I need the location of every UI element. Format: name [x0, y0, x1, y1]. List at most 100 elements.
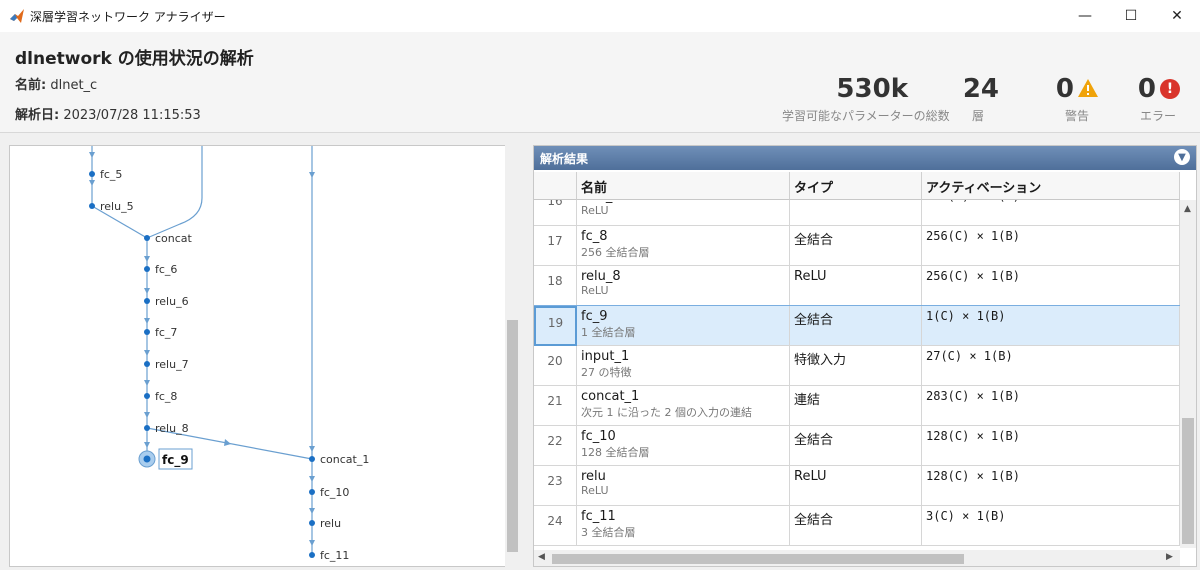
row-name-cell: fc_10 128 全結合層	[577, 426, 790, 466]
node-label-fc5: fc_5	[100, 168, 122, 181]
network-graph[interactable]: fc_5 relu_5 concat fc_6 relu_6 fc_7 relu…	[10, 146, 505, 566]
table-row-partial[interactable]: 16 relu_7 ReLU ReLU 256(C) × 1(B)	[534, 200, 1180, 226]
date-label: 解析日:	[15, 108, 60, 123]
node-label-relu6: relu_6	[155, 295, 189, 308]
params-count: 530k	[836, 74, 908, 104]
layer-description: 次元 1 に沿った 2 個の入力の連結	[581, 406, 752, 419]
row-name-cell: relu_7 ReLU	[577, 200, 790, 226]
layer-activation: 128(C) × 1(B)	[922, 426, 1180, 466]
row-number: 17	[534, 226, 577, 266]
graph-node[interactable]	[309, 552, 315, 558]
table-row[interactable]: 18 relu_8 ReLU ReLU 256(C) × 1(B)	[534, 266, 1180, 306]
params-label: 学習可能なパラメーターの総数	[782, 109, 950, 123]
graph-node[interactable]	[144, 298, 150, 304]
name-value: dlnet_c	[50, 78, 98, 93]
scroll-left-arrow-icon[interactable]: ◀	[538, 552, 545, 562]
node-label-fc11: fc_11	[320, 549, 349, 562]
date-value: 2023/07/28 11:15:53	[63, 108, 201, 123]
row-name-cell: fc_11 3 全結合層	[577, 506, 790, 546]
network-name: 名前: dlnet_c	[15, 74, 97, 93]
node-label-concat: concat	[155, 232, 193, 245]
row-name-cell: fc_9 1 全結合層	[577, 306, 790, 346]
window-title: 深層学習ネットワーク アナライザー	[30, 10, 226, 24]
page-title: dlnetwork の使用状況の解析	[15, 49, 254, 69]
node-label-concat1: concat_1	[320, 453, 369, 466]
table-row-selected[interactable]: 19 fc_9 1 全結合層 全結合 1(C) × 1(B)	[534, 305, 1181, 347]
layer-type: ReLU	[790, 266, 922, 306]
layer-name: concat_1	[581, 389, 640, 404]
node-label-relu8: relu_8	[155, 422, 189, 435]
results-horizontal-scrollbar-thumb[interactable]	[552, 554, 964, 564]
layer-activation: 1(C) × 1(B)	[922, 306, 1180, 346]
layer-type: 全結合	[790, 306, 922, 346]
layer-name: relu_8	[581, 269, 621, 284]
row-number: 21	[534, 386, 577, 426]
node-label-relu7: relu_7	[155, 358, 189, 371]
row-name-cell: fc_8 256 全結合層	[577, 226, 790, 266]
table-row[interactable]: 17 fc_8 256 全結合層 全結合 256(C) × 1(B)	[534, 226, 1180, 266]
layer-description: 3 全結合層	[581, 526, 636, 539]
header-divider	[0, 132, 1200, 133]
graph-node[interactable]	[89, 171, 95, 177]
graph-node[interactable]	[144, 329, 150, 335]
layer-type: 特徴入力	[790, 346, 922, 386]
layer-type: ReLU	[790, 466, 922, 506]
graph-node[interactable]	[309, 520, 315, 526]
col-header-index	[534, 172, 577, 200]
maximize-button[interactable]: ☐	[1108, 0, 1154, 32]
table-row[interactable]: 20 input_1 27 の特徴 特徴入力 27(C) × 1(B)	[534, 346, 1180, 386]
layer-activation: 256(C) × 1(B)	[922, 266, 1180, 306]
row-number: 16	[534, 200, 577, 226]
col-header-name[interactable]: 名前	[577, 172, 790, 200]
graph-scrollbar-thumb[interactable]	[507, 320, 518, 552]
graph-node[interactable]	[309, 489, 315, 495]
layer-name: fc_10	[581, 429, 616, 444]
title-bar: 深層学習ネットワーク アナライザー — ☐ ✕	[0, 0, 1200, 32]
warnings-count: 0	[1055, 74, 1074, 104]
layer-activation: 283(C) × 1(B)	[922, 386, 1180, 426]
minimize-button[interactable]: —	[1062, 0, 1108, 32]
table-row[interactable]: 23 relu ReLU ReLU 128(C) × 1(B)	[534, 466, 1180, 506]
table-row[interactable]: 24 fc_11 3 全結合層 全結合 3(C) × 1(B)	[534, 506, 1180, 546]
node-label-relu: relu	[320, 517, 341, 530]
layer-activation: 27(C) × 1(B)	[922, 346, 1180, 386]
layer-name: fc_9	[581, 309, 608, 324]
selected-node-label: fc_9	[162, 453, 189, 468]
graph-node[interactable]	[144, 393, 150, 399]
collapse-chevron-icon[interactable]: ▼	[1174, 149, 1190, 165]
analysis-header: dlnetwork の使用状況の解析 名前: dlnet_c 解析日: 2023…	[0, 32, 1200, 132]
scroll-up-arrow-icon[interactable]: ▲	[1184, 204, 1191, 214]
network-graph-panel[interactable]: fc_5 relu_5 concat fc_6 relu_6 fc_7 relu…	[9, 145, 520, 567]
row-number: 18	[534, 266, 577, 306]
graph-node[interactable]	[144, 235, 150, 241]
layer-type: ReLU	[790, 200, 922, 226]
results-vertical-scrollbar-thumb[interactable]	[1182, 418, 1194, 544]
layer-description: 1 全結合層	[581, 326, 636, 339]
node-label-fc6: fc_6	[155, 263, 177, 276]
row-number: 20	[534, 346, 577, 386]
layer-description: 27 の特徴	[581, 366, 632, 379]
layer-description: 256 全結合層	[581, 246, 650, 259]
graph-node[interactable]	[89, 203, 95, 209]
layer-activation: 128(C) × 1(B)	[922, 466, 1180, 506]
graph-node[interactable]	[144, 266, 150, 272]
error-icon: !	[1160, 79, 1180, 99]
layers-label: 層	[972, 109, 985, 123]
graph-node[interactable]	[309, 456, 315, 462]
col-header-type[interactable]: タイプ	[790, 172, 922, 200]
selected-node[interactable]	[143, 455, 151, 463]
table-row[interactable]: 21 concat_1 次元 1 に沿った 2 個の入力の連結 連結 283(C…	[534, 386, 1180, 426]
col-header-activation[interactable]: アクティベーション	[922, 172, 1180, 200]
scroll-right-arrow-icon[interactable]: ▶	[1166, 552, 1173, 562]
layer-description: 128 全結合層	[581, 446, 650, 459]
graph-node[interactable]	[144, 361, 150, 367]
layer-type: 連結	[790, 386, 922, 426]
layer-name: fc_11	[581, 509, 616, 524]
row-name-cell: relu_8 ReLU	[577, 266, 790, 306]
results-panel-title: 解析結果	[540, 152, 589, 166]
results-panel-header: 解析結果 ▼	[534, 146, 1196, 170]
graph-node[interactable]	[144, 425, 150, 431]
layer-description: ReLU	[581, 284, 609, 297]
table-row[interactable]: 22 fc_10 128 全結合層 全結合 128(C) × 1(B)	[534, 426, 1180, 466]
close-button[interactable]: ✕	[1154, 0, 1200, 32]
